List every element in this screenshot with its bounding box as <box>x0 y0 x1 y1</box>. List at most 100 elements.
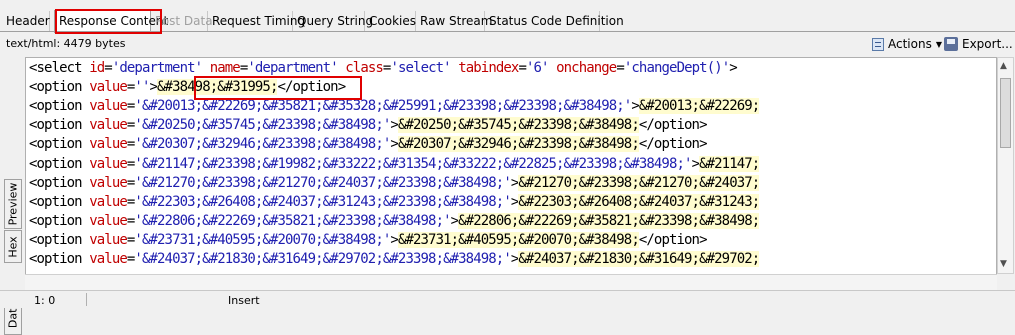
code-token-attr: onchange <box>556 60 617 76</box>
code-token-val: '&#23731;&#40595;&#20070;&#38498;' <box>134 231 391 248</box>
content-toolbar: text/html: 4479 bytes Actions ▼ Export..… <box>0 34 1015 56</box>
code-token-attr: value <box>89 79 128 96</box>
horizontal-scrollbar[interactable] <box>25 274 997 291</box>
code-token-tag: > <box>390 136 398 153</box>
code-line: <option value='&#20013;&#22269;&#35821;&… <box>29 97 760 116</box>
code-token-tag: > <box>691 155 700 172</box>
code-token-tag: <option <box>29 117 90 134</box>
scroll-down-arrow-icon[interactable]: ▼ <box>1000 259 1007 269</box>
code-line: <option value='&#20307;&#32946;&#23398;&… <box>29 135 708 154</box>
code-token-tag: <option <box>29 174 90 191</box>
content-type-label: text/html: 4479 bytes <box>6 37 126 50</box>
code-token-val: '&#24037;&#21830;&#31649;&#29702;&#23398… <box>134 251 511 267</box>
export-icon <box>944 37 958 51</box>
tab-preview[interactable]: Preview <box>4 179 22 229</box>
code-token-tag: > <box>631 98 639 115</box>
code-token-attr: value <box>89 117 128 134</box>
code-token-val: '6' <box>525 60 549 76</box>
code-token-val: '&#20250;&#35745;&#23398;&#38498;' <box>134 117 391 134</box>
code-token-text: &#20250;&#35745;&#23398;&#38498; <box>397 117 640 134</box>
code-token-text: &#23731;&#40595;&#20070;&#38498; <box>397 231 640 248</box>
code-token-attr: name <box>209 60 241 76</box>
code-token-val: 'select' <box>390 60 451 76</box>
code-token-tag: <option <box>29 212 90 229</box>
code-line: <option value='&#20250;&#35745;&#23398;&… <box>29 116 708 135</box>
actions-label: Actions <box>888 37 932 51</box>
actions-button[interactable]: Actions ▼ <box>872 37 942 51</box>
scroll-up-arrow-icon[interactable]: ▲ <box>1000 61 1007 71</box>
code-token-text: &#21147; <box>699 155 760 172</box>
code-token-val: '&#22806;&#22269;&#35821;&#23398;&#38498… <box>134 212 451 229</box>
code-token-tag: </option> <box>638 136 708 153</box>
code-token-tag: = <box>616 60 624 76</box>
code-token-val: 'department' <box>111 60 203 76</box>
actions-icon <box>872 37 884 51</box>
code-token-attr: value <box>89 98 128 115</box>
export-button[interactable]: Export... <box>944 37 1013 51</box>
code-token-attr: value <box>89 193 128 210</box>
code-token-attr: value <box>89 231 128 248</box>
status-bar: 1: 0 Insert <box>0 290 1015 308</box>
code-token-tag: <option <box>29 155 90 172</box>
code-token-tag: <option <box>29 98 90 115</box>
vertical-scrollbar[interactable]: ▲ ▼ <box>997 57 1014 274</box>
code-token-val: '&#22303;&#26408;&#24037;&#31243;&#23398… <box>134 193 511 210</box>
tab-hex[interactable]: Hex <box>4 230 22 263</box>
code-token-tag: <select <box>29 60 90 76</box>
tab-header[interactable]: Header <box>2 11 50 31</box>
status-separator <box>86 293 87 306</box>
code-token-text: &#24037;&#21830;&#31649;&#29702; <box>518 251 760 267</box>
code-token-text: &#20013;&#22269; <box>638 98 760 115</box>
code-token-attr: value <box>89 136 128 153</box>
code-line: <option value='&#21270;&#23398;&#21270;&… <box>29 174 760 193</box>
code-token-tag: = <box>104 60 112 76</box>
code-token-tag: <option <box>29 136 90 153</box>
code-token-val: '&#21147;&#23398;&#19982;&#33222;&#31354… <box>134 155 692 172</box>
code-token-tag: <option <box>29 231 90 248</box>
code-token-attr: value <box>89 155 128 172</box>
response-content-editor[interactable]: <select id='department' name='department… <box>25 57 997 290</box>
code-token-tag <box>202 60 210 76</box>
tab-status-code-definition[interactable]: Status Code Definition <box>485 11 624 31</box>
response-tab-bar: Header Response Content Post Data Reques… <box>0 0 1015 34</box>
scrollbar-thumb[interactable] <box>1000 78 1011 148</box>
code-token-text: &#22303;&#26408;&#24037;&#31243; <box>518 193 760 210</box>
tab-cookies[interactable]: Cookies <box>365 11 416 31</box>
code-token-attr: id <box>89 60 105 76</box>
code-line: <option value=''>&#38498;&#31995;</optio… <box>29 78 346 97</box>
code-line: <option value='&#24037;&#21830;&#31649;&… <box>29 250 760 269</box>
code-line: <option value='&#22806;&#22269;&#35821;&… <box>29 212 760 231</box>
tab-query-string[interactable]: Query String <box>293 11 373 31</box>
code-token-attr: tabindex <box>458 60 519 76</box>
code-token-tag: </option> <box>277 79 346 96</box>
tab-bar-divider <box>0 31 1015 32</box>
cursor-position: 1: 0 <box>34 294 56 307</box>
code-token-val: 'changeDept()' <box>623 60 730 76</box>
code-token-tag: <option <box>29 193 90 210</box>
dropdown-arrow-icon: ▼ <box>935 39 942 49</box>
code-token-tag: <option <box>29 251 90 267</box>
code-token-text: &#22806;&#22269;&#35821;&#23398;&#38498; <box>458 212 760 229</box>
code-token-text: &#20307;&#32946;&#23398;&#38498; <box>397 136 640 153</box>
code-token-tag: <option <box>29 79 90 96</box>
code-token-val: '&#20013;&#22269;&#35821;&#35328;&#25991… <box>134 98 632 115</box>
code-token-tag: </option> <box>638 117 708 134</box>
tab-request-timing[interactable]: Request Timing <box>208 11 305 31</box>
code-token-val: '&#20307;&#32946;&#23398;&#38498;' <box>134 136 391 153</box>
code-line: <option value='&#23731;&#40595;&#20070;&… <box>29 231 708 250</box>
code-token-val: 'department' <box>247 60 338 76</box>
code-token-tag: > <box>390 231 398 248</box>
code-token-attr: class <box>345 60 384 76</box>
code-token-val: '&#21270;&#23398;&#21270;&#24037;&#23398… <box>134 174 511 191</box>
code-token-val: '' <box>134 79 150 96</box>
code-token-text: &#21270;&#23398;&#21270;&#24037; <box>518 174 760 191</box>
edit-mode: Insert <box>228 294 260 307</box>
code-token-text: &#38498;&#31995; <box>157 79 278 96</box>
tab-raw-stream[interactable]: Raw Stream <box>416 11 492 31</box>
code-token-attr: value <box>89 174 128 191</box>
code-token-tag: > <box>390 117 398 134</box>
tab-response-content[interactable]: Response Content <box>54 10 168 33</box>
view-mode-tabs: Preview Hex Data <box>0 56 24 335</box>
code-token-tag: > <box>729 60 737 76</box>
tab-post-data: Post Data <box>151 11 213 31</box>
